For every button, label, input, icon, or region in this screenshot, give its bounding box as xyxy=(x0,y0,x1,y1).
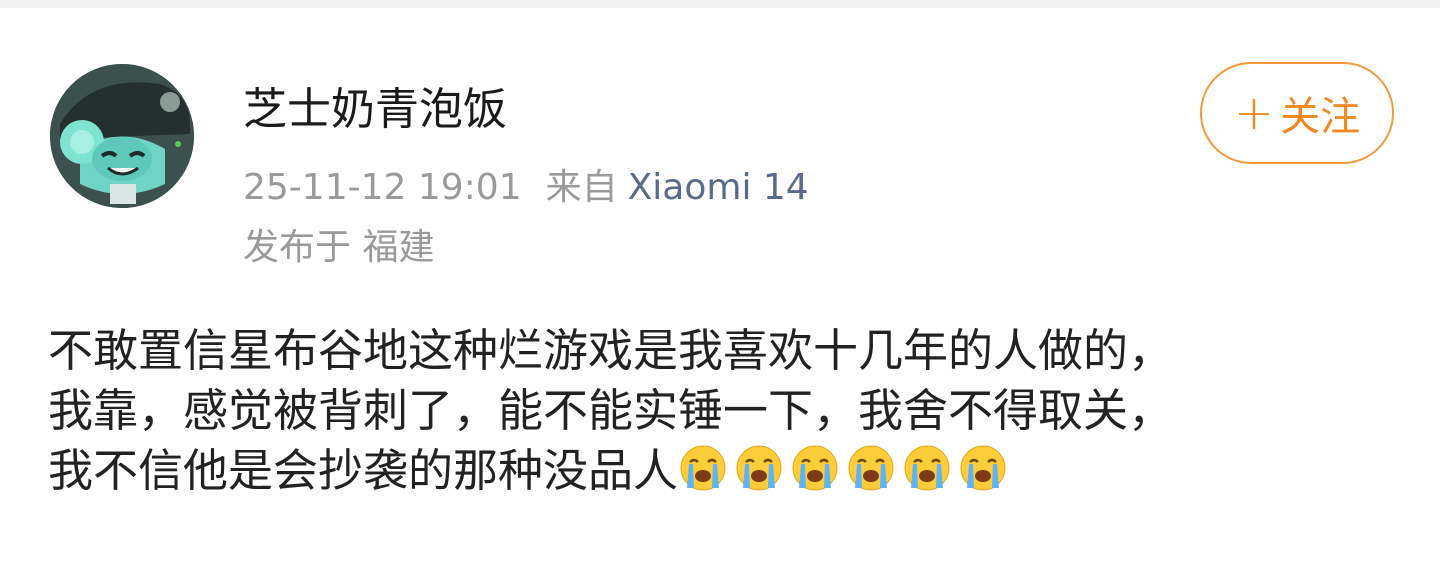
top-separator xyxy=(0,0,1440,8)
post-meta: 25-11-12 19:01 来自 Xiaomi 14 xyxy=(243,166,809,210)
plus-icon: + xyxy=(1233,85,1275,141)
location: 发布于 福建 xyxy=(243,227,435,268)
content-line: 不敢置信星布谷地这种烂游戏是我喜欢十几年的人做的， xyxy=(48,324,1174,377)
follow-button[interactable]: + 关注 xyxy=(1200,62,1394,164)
avatar-image xyxy=(50,64,194,208)
crying-face-icon xyxy=(902,442,952,492)
emoji-row xyxy=(678,444,1014,497)
username[interactable]: 芝士奶青泡饭 xyxy=(243,82,507,138)
device-link[interactable]: Xiaomi 14 xyxy=(628,167,809,208)
weibo-post-card: 芝士奶青泡饭 25-11-12 19:01 来自 Xiaomi 14 发布于 福建 … xyxy=(0,8,1440,577)
crying-face-icon xyxy=(790,442,840,492)
avatar[interactable] xyxy=(50,64,194,208)
crying-face-icon xyxy=(678,442,728,492)
content-line: 我靠，感觉被背刺了，能不能实锤一下，我舍不得取关， xyxy=(48,384,1174,437)
follow-label: 关注 xyxy=(1280,94,1361,140)
crying-face-icon xyxy=(846,442,896,492)
timestamp: 25-11-12 19:01 xyxy=(243,167,522,208)
content-text: 我不信他是会抄袭的那种没品人 xyxy=(48,444,679,497)
from-label: 来自 xyxy=(545,167,618,208)
crying-face-icon xyxy=(958,442,1008,492)
content-line: 我不信他是会抄袭的那种没品人 xyxy=(48,441,1408,501)
crying-face-icon xyxy=(734,442,784,492)
post-content: 不敢置信星布谷地这种烂游戏是我喜欢十几年的人做的， 我靠，感觉被背刺了，能不能实… xyxy=(48,321,1408,501)
